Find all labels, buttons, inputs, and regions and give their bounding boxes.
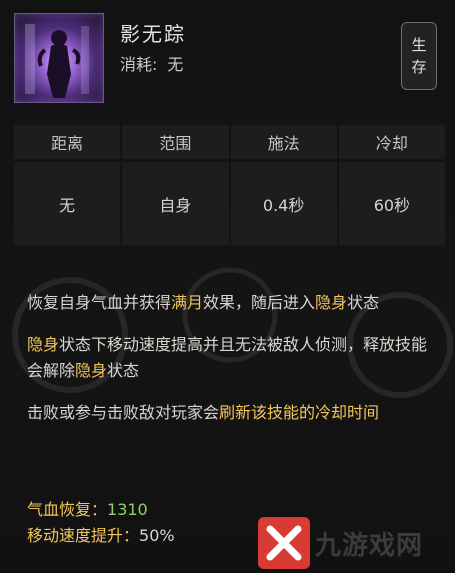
stat-header-cooldown: 冷却 bbox=[338, 125, 445, 159]
desc-text: 恢复自身气血并获得 bbox=[27, 293, 172, 312]
cost-label: 消耗: bbox=[120, 55, 158, 74]
desc-text: 击败或参与击败敌对玩家会 bbox=[27, 403, 220, 422]
stat-value-cast: 0.4秒 bbox=[230, 162, 337, 245]
watermark-text: 九游戏网 bbox=[315, 531, 424, 561]
stat-value-cooldown: 60秒 bbox=[338, 162, 445, 245]
description-paragraph-2: 隐身状态下移动速度提高并且无法被敌人侦测，释放技能会解除隐身状态 bbox=[27, 332, 437, 384]
move-speed-row: 移动速度提升：50% bbox=[27, 523, 175, 549]
move-speed-value: 50% bbox=[139, 526, 175, 545]
move-speed-label: 移动速度提升： bbox=[27, 526, 140, 545]
stat-header-range: 距离 bbox=[14, 125, 121, 159]
skill-description: 恢复自身气血并获得满月效果，随后进入隐身状态 隐身状态下移动速度提高并且无法被敌… bbox=[27, 290, 437, 442]
desc-text: 状态 bbox=[107, 361, 140, 380]
hp-restore-value: 1310 bbox=[107, 500, 148, 519]
desc-highlight: 刷新该技能的冷却时间 bbox=[219, 403, 380, 422]
skill-name: 影无踪 bbox=[120, 22, 186, 46]
store-button-label-bottom: 存 bbox=[411, 58, 427, 76]
desc-highlight: 满月 bbox=[171, 293, 204, 312]
skill-tooltip-panel: 影无踪 消耗: 无 生 存 距离 范围 施法 冷却 无 自身 0.4秒 60秒 恢… bbox=[0, 0, 455, 571]
skill-icon bbox=[14, 13, 104, 103]
desc-text: 效果，随后进入 bbox=[203, 293, 316, 312]
stats-table: 距离 范围 施法 冷却 无 自身 0.4秒 60秒 bbox=[14, 125, 445, 246]
desc-highlight: 隐身 bbox=[315, 293, 348, 312]
store-button-label-top: 生 bbox=[411, 36, 427, 54]
description-paragraph-3: 击败或参与击败敌对玩家会刷新该技能的冷却时间 bbox=[27, 400, 437, 426]
stat-header-cast: 施法 bbox=[230, 125, 337, 159]
desc-highlight: 隐身 bbox=[27, 335, 60, 354]
stat-value-range: 无 bbox=[14, 162, 121, 245]
stat-header-area: 范围 bbox=[122, 125, 229, 159]
description-paragraph-1: 恢复自身气血并获得满月效果，随后进入隐身状态 bbox=[27, 290, 437, 316]
cost-value: 无 bbox=[167, 55, 184, 74]
watermark-logo-icon bbox=[258, 517, 310, 569]
desc-highlight: 隐身 bbox=[75, 361, 108, 380]
hp-restore-row: 气血恢复：1310 bbox=[27, 497, 175, 523]
desc-text: 状态 bbox=[347, 293, 380, 312]
shadow-figure-icon bbox=[25, 24, 89, 98]
hp-restore-label: 气血恢复： bbox=[27, 500, 108, 519]
bonus-stats: 气血恢复：1310 移动速度提升：50% bbox=[27, 497, 175, 549]
store-button[interactable]: 生 存 bbox=[401, 22, 437, 90]
cost-row: 消耗: 无 bbox=[120, 51, 183, 75]
stat-value-area: 自身 bbox=[122, 162, 229, 245]
